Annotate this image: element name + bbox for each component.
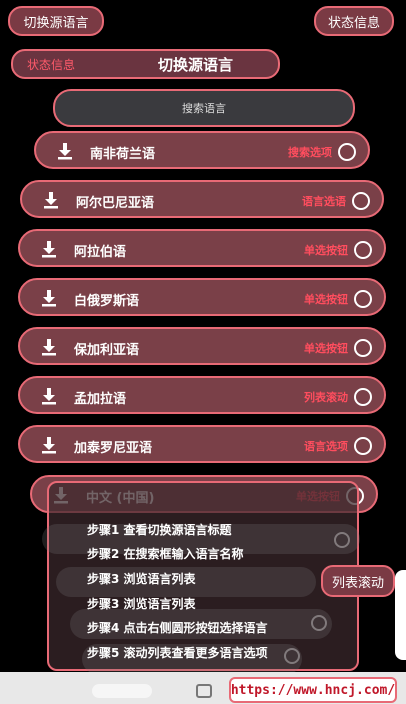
- language-row[interactable]: 阿拉伯语 单选按钮: [18, 229, 386, 267]
- ghost-radio-icon: [311, 615, 327, 631]
- step-3-repeat: 步骤3 浏览语言列表: [87, 597, 196, 611]
- download-icon: [42, 339, 56, 356]
- language-tag: 搜索选项: [288, 146, 332, 159]
- step-1: 步骤1 查看切换源语言标题: [87, 523, 232, 537]
- edge-decoration: [395, 570, 406, 660]
- radio-button-icon[interactable]: [354, 339, 372, 357]
- language-row[interactable]: 加泰罗尼亚语 语言选项: [18, 425, 386, 463]
- language-row[interactable]: 保加利亚语 单选按钮: [18, 327, 386, 365]
- language-tag: 单选按钮: [304, 244, 348, 257]
- radio-button-icon[interactable]: [354, 437, 372, 455]
- step-2: 步骤2 在搜索框输入语言名称: [87, 547, 244, 561]
- language-row[interactable]: 白俄罗斯语 单选按钮: [18, 278, 386, 316]
- switch-source-language-button[interactable]: 切换源语言: [8, 6, 104, 36]
- download-icon: [42, 290, 56, 307]
- language-name: 阿拉伯语: [74, 245, 127, 260]
- language-tag: 语言选语: [302, 195, 346, 208]
- language-tag: 列表滚动: [304, 391, 348, 404]
- language-row[interactable]: 阿尔巴尼亚语 语言选语: [20, 180, 384, 218]
- header-status-label: 状态信息: [27, 58, 76, 72]
- list-scroll-button[interactable]: 列表滚动: [321, 565, 395, 597]
- home-icon[interactable]: [196, 684, 212, 698]
- download-icon: [58, 143, 72, 160]
- ghost-radio-icon: [334, 532, 350, 548]
- watermark-url: https://www.hncj.com/: [229, 677, 397, 703]
- language-tag: 语言选项: [304, 440, 348, 453]
- download-icon: [42, 388, 56, 405]
- ghost-radio-icon: [284, 648, 300, 664]
- language-name: 白俄罗斯语: [74, 294, 140, 309]
- download-icon: [42, 241, 56, 258]
- step-3: 步骤3 浏览语言列表: [87, 572, 196, 586]
- radio-button-icon[interactable]: [352, 192, 370, 210]
- radio-button-icon[interactable]: [354, 290, 372, 308]
- language-name: 加泰罗尼亚语: [74, 441, 153, 456]
- language-row[interactable]: 南非荷兰语 搜索选项: [34, 131, 370, 169]
- radio-button-icon[interactable]: [354, 241, 372, 259]
- radio-button-icon[interactable]: [354, 388, 372, 406]
- language-name: 保加利亚语: [74, 343, 140, 358]
- page-title: 切换源语言: [158, 56, 234, 74]
- step-5: 步骤5 滚动列表查看更多语言选项: [87, 646, 268, 660]
- search-input[interactable]: 搜索语言: [53, 89, 355, 127]
- language-tag: 单选按钮: [304, 293, 348, 306]
- step-4: 步骤4 点击右侧圆形按钮选择语言: [87, 621, 268, 635]
- download-icon: [42, 437, 56, 454]
- download-icon: [44, 192, 58, 209]
- language-name: 阿尔巴尼亚语: [76, 196, 155, 211]
- menu-icon[interactable]: [92, 684, 152, 698]
- language-name: 南非荷兰语: [90, 147, 156, 162]
- header-bar: 状态信息 切换源语言: [11, 49, 280, 79]
- status-info-button[interactable]: 状态信息: [314, 6, 394, 36]
- language-row[interactable]: 孟加拉语 列表滚动: [18, 376, 386, 414]
- radio-button-icon[interactable]: [338, 143, 356, 161]
- language-tag: 单选按钮: [304, 342, 348, 355]
- language-name: 孟加拉语: [74, 392, 127, 407]
